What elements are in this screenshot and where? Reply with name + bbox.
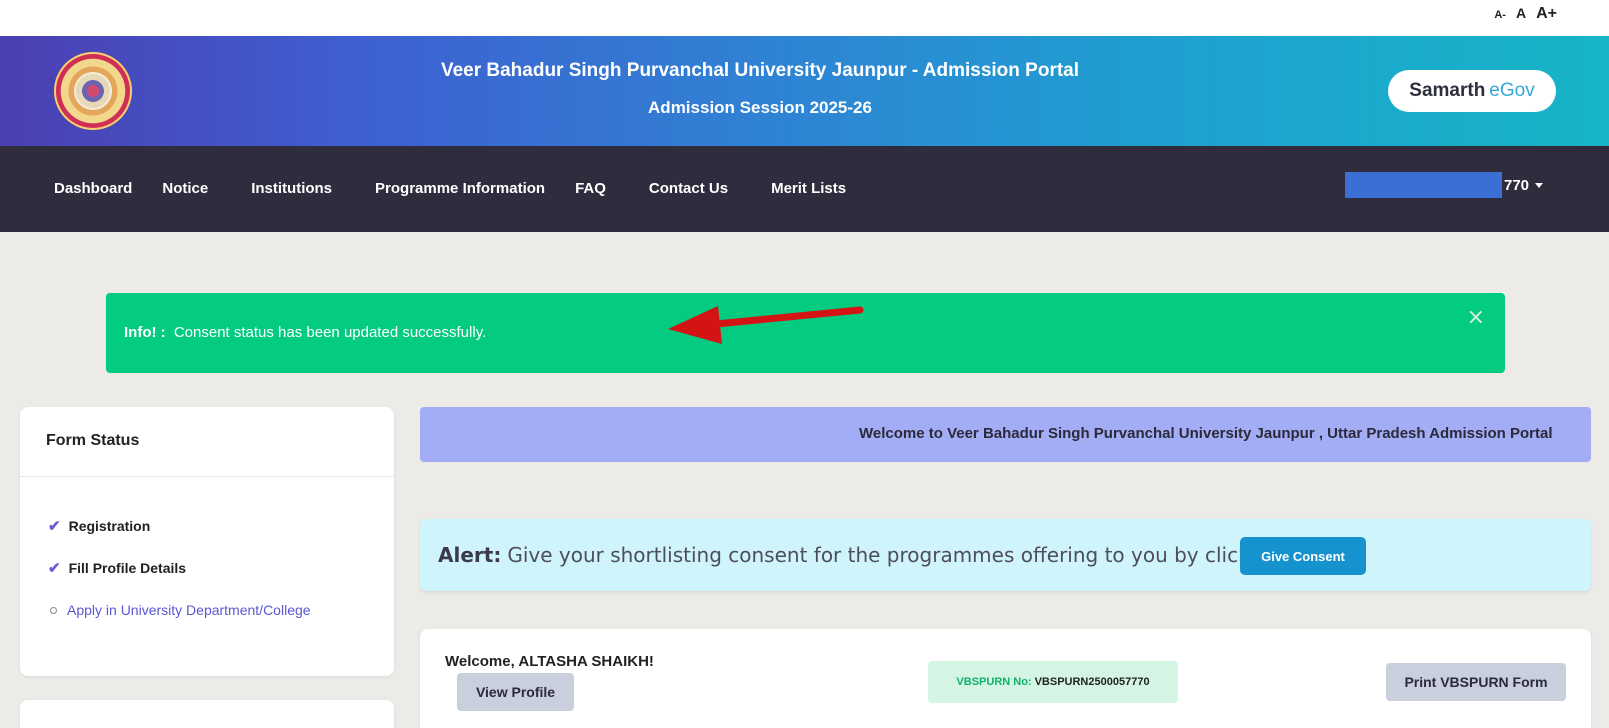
brand-name-primary: Samarth xyxy=(1409,80,1486,101)
username-suffix: 770 xyxy=(1504,176,1530,194)
form-status-title: Form Status xyxy=(20,407,394,477)
status-step-profile: ✔ Fill Profile Details xyxy=(48,547,394,589)
nav-contact-us[interactable]: Contact Us xyxy=(649,180,728,197)
portal-title: Veer Bahadur Singh Purvanchal University… xyxy=(440,60,1080,81)
vbspurn-value: VBSPURN2500057770 xyxy=(1034,676,1150,688)
info-label: Info! : xyxy=(124,324,166,341)
font-size-controls: A- A A+ xyxy=(1494,5,1557,23)
vbspurn-label: VBSPURN No: xyxy=(956,676,1032,688)
give-consent-button[interactable]: Give Consent xyxy=(1240,537,1366,575)
check-icon: ✔ xyxy=(48,518,61,535)
nav-dashboard[interactable]: Dashboard xyxy=(54,180,132,197)
welcome-marquee: Welcome to Veer Bahadur Singh Purvanchal… xyxy=(420,407,1591,462)
user-menu-dropdown[interactable]: 770 xyxy=(1345,172,1544,198)
nav-institutions[interactable]: Institutions xyxy=(251,180,332,197)
check-icon: ✔ xyxy=(48,560,61,577)
caret-down-icon xyxy=(1535,182,1544,188)
consent-alert-text: Alert: Give your shortlisting consent for… xyxy=(438,543,1281,567)
redacted-username xyxy=(1345,172,1502,198)
form-status-card: Form Status ✔ Registration ✔ Fill Profil… xyxy=(20,407,394,676)
session-subtitle: Admission Session 2025-26 xyxy=(648,98,872,117)
annotation-arrow-icon xyxy=(668,306,864,344)
welcome-greeting: Welcome, ALTASHA SHAIKH! xyxy=(445,653,654,670)
status-step-apply: Apply in University Department/College xyxy=(48,589,394,631)
print-vbspurn-button[interactable]: Print VBSPURN Form xyxy=(1386,663,1566,701)
marquee-text: Welcome to Veer Bahadur Singh Purvanchal… xyxy=(859,425,1553,442)
view-profile-button[interactable]: View Profile xyxy=(457,673,574,711)
samarth-egov-logo[interactable]: Samarth eGov xyxy=(1388,70,1556,112)
welcome-card: Welcome, ALTASHA SHAIKH! View Profile VB… xyxy=(420,629,1591,728)
font-increase-button[interactable]: A+ xyxy=(1536,5,1557,23)
nav-faq[interactable]: FAQ xyxy=(575,180,606,197)
info-alert-text: Info! : Consent status has been updated … xyxy=(124,324,486,341)
site-header: Veer Bahadur Singh Purvanchal University… xyxy=(0,36,1609,146)
main-navbar: Dashboard Notice Institutions Programme … xyxy=(0,146,1609,232)
vbspurn-badge: VBSPURN No: VBSPURN2500057770 xyxy=(928,661,1178,703)
consent-alert: Alert: Give your shortlisting consent for… xyxy=(420,519,1591,591)
status-step-label: Registration xyxy=(68,518,151,534)
close-icon[interactable]: × xyxy=(1467,305,1485,330)
form-status-steps: ✔ Registration ✔ Fill Profile Details Ap… xyxy=(20,477,394,631)
alert-label: Alert: xyxy=(438,543,502,567)
sidebar-secondary-card xyxy=(20,700,394,728)
nav-programme-information[interactable]: Programme Information xyxy=(375,180,545,197)
info-message: Consent status has been updated successf… xyxy=(173,324,487,341)
font-decrease-button[interactable]: A- xyxy=(1494,9,1506,21)
apply-link[interactable]: Apply in University Department/College xyxy=(67,602,311,618)
nav-notice[interactable]: Notice xyxy=(162,180,208,197)
nav-merit-lists[interactable]: Merit Lists xyxy=(771,180,846,197)
status-step-label: Fill Profile Details xyxy=(68,560,187,576)
font-reset-button[interactable]: A xyxy=(1516,5,1526,21)
brand-name-secondary: eGov xyxy=(1489,80,1535,101)
alert-message: Give your shortlisting consent for the p… xyxy=(507,543,1281,567)
status-step-registration: ✔ Registration xyxy=(48,505,394,547)
top-utility-bar: A- A A+ xyxy=(0,0,1609,36)
circle-bullet-icon xyxy=(50,606,57,614)
nav-menu: Dashboard Notice Institutions Programme … xyxy=(54,180,846,197)
